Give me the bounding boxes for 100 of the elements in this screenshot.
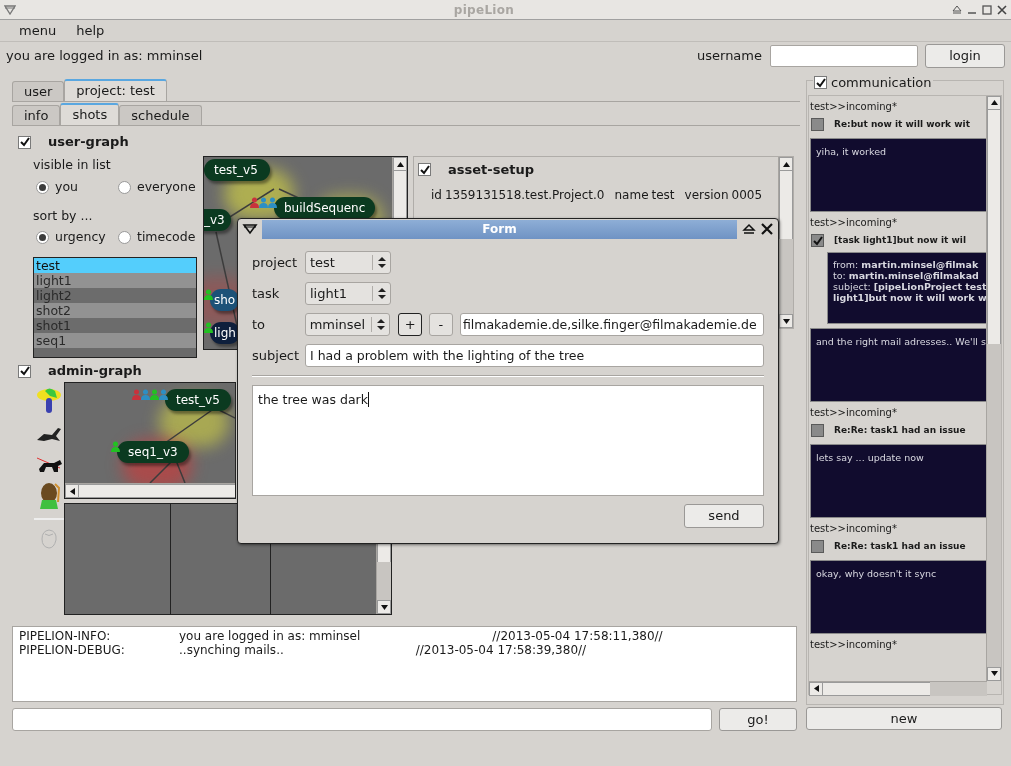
log-source: PIPELION-INFO: (19, 629, 112, 643)
scroll-left-icon[interactable] (813, 685, 819, 692)
username-field[interactable] (770, 45, 918, 67)
list-item[interactable]: shot2 (34, 303, 196, 318)
scroll-thumb[interactable] (987, 109, 1001, 344)
graph-canvas[interactable]: test_v5 seq1_v3 (64, 382, 236, 499)
section-title: user-graph (48, 133, 129, 152)
checkbox[interactable] (811, 118, 824, 131)
field-label: project (252, 253, 299, 272)
send-button[interactable]: send (684, 504, 764, 528)
log-source: PIPELION-DEBUG: (19, 643, 126, 657)
subject-field[interactable]: I had a problem with the lighting of the tree (305, 344, 764, 367)
radio-button[interactable] (118, 231, 131, 245)
graph-node[interactable]: _v3 (204, 209, 231, 231)
field-label: name (614, 186, 649, 204)
field-label: subject (252, 346, 301, 365)
shade-icon[interactable] (742, 223, 756, 235)
scroll-up-icon[interactable] (782, 161, 790, 167)
graph-node[interactable]: test_v5 (165, 389, 231, 411)
graph-node[interactable]: sho (210, 289, 240, 311)
message-subject[interactable]: Re:Re: task1 had an issue (834, 539, 966, 554)
mail-info-line: from: martin.minsel@filmak (833, 258, 980, 270)
menu-item[interactable]: help (76, 20, 105, 41)
message-header: test>>incoming* (810, 637, 898, 652)
field-label: id (431, 186, 442, 204)
field-label: version (684, 186, 729, 204)
maximize-icon[interactable] (982, 4, 992, 15)
message-header: test>>incoming* (810, 405, 898, 420)
log-time: //2013-05-04 17:58:11,380// (492, 629, 663, 643)
menu-item[interactable]: menu (19, 20, 57, 41)
checkbox[interactable] (418, 163, 431, 177)
close-icon[interactable] (997, 4, 1007, 15)
radio-button[interactable] (118, 180, 131, 194)
tab[interactable]: shots (60, 103, 120, 125)
new-button[interactable]: new (806, 707, 1002, 730)
scrollbar[interactable] (809, 680, 987, 696)
log-message: ..synching mails.. (179, 643, 284, 657)
graph-node[interactable]: buildSequenc (274, 197, 376, 219)
checkbox[interactable] (18, 364, 31, 378)
scrollbar[interactable] (778, 157, 793, 328)
tab[interactable]: user (12, 81, 65, 101)
radio-button[interactable] (36, 231, 49, 245)
list-item[interactable]: test (34, 258, 196, 273)
list-item[interactable]: light1 (34, 273, 196, 288)
message-text: okay, why doesn't it sync (816, 567, 937, 579)
dialog-title: Form (262, 219, 737, 239)
remove-button[interactable]: - (429, 313, 453, 336)
list-item[interactable]: seq1 (34, 333, 196, 348)
graph-node[interactable]: ligh (210, 322, 240, 344)
radio-button[interactable] (36, 180, 49, 194)
checkbox[interactable] (811, 234, 824, 247)
login-button[interactable]: login (925, 44, 1005, 68)
checkbox[interactable] (814, 76, 827, 90)
go-button[interactable]: go! (719, 708, 797, 731)
login-status: you are logged in as: mminsel (6, 47, 203, 66)
section-title: admin-graph (48, 362, 142, 381)
scroll-left-icon[interactable] (69, 487, 75, 495)
radio-label: you (55, 177, 78, 196)
option-label: sort by ... (33, 206, 94, 225)
checkbox[interactable] (18, 135, 31, 149)
tab[interactable]: project: test (64, 79, 167, 101)
spinner-arrows-icon[interactable] (377, 257, 386, 268)
radio-label: urgency (55, 228, 106, 247)
close-icon[interactable] (761, 223, 773, 235)
message-subject[interactable]: [task light1]but now it wil (834, 233, 966, 248)
select-field[interactable]: test (305, 251, 391, 274)
scroll-down-icon[interactable] (380, 604, 388, 610)
select-field[interactable]: light1 (305, 282, 391, 305)
spinner-arrows-icon[interactable] (376, 319, 385, 330)
message-field[interactable]: the tree was dark (252, 385, 764, 496)
field-value: test (651, 186, 675, 204)
message-subject[interactable]: Re:Re: task1 had an issue (834, 423, 966, 438)
graph-node[interactable]: seq1_v3 (117, 441, 189, 463)
recipients-field[interactable]: filmakademie.de,silke.finger@filmakademie.de (459, 313, 764, 336)
scroll-thumb[interactable] (779, 171, 793, 240)
add-button[interactable]: + (398, 313, 422, 336)
scroll-down-icon[interactable] (782, 318, 790, 324)
message-header: test>>incoming* (810, 215, 898, 230)
tab[interactable]: schedule (119, 105, 202, 125)
field-value: 0005 (731, 186, 763, 204)
radio-label: timecode (137, 228, 196, 247)
field-label: to (252, 315, 267, 334)
window-title: pipeLion (452, 1, 516, 19)
scroll-up-icon[interactable] (396, 161, 404, 167)
spinner-arrows-icon[interactable] (377, 288, 386, 299)
option-label: visible in list (33, 156, 112, 174)
message-subject[interactable]: Re:but now it will work wit (834, 117, 970, 132)
scrollbar[interactable] (986, 95, 1001, 681)
field-label: task (252, 284, 281, 303)
checkbox[interactable] (811, 424, 824, 437)
mushroom-icon[interactable] (35, 386, 62, 414)
mail-info-line: to: martin.minsel@filmakad (833, 269, 980, 281)
graph-node[interactable]: test_v5 (204, 159, 270, 181)
command-field[interactable] (12, 708, 712, 731)
log-message: you are logged in as: mminsel (179, 629, 361, 643)
scroll-down-icon[interactable] (990, 671, 998, 676)
tab[interactable]: info (12, 105, 61, 125)
scroll-up-icon[interactable] (990, 100, 998, 105)
select-field[interactable]: mminsel (304, 313, 391, 336)
checkbox[interactable] (811, 540, 824, 553)
